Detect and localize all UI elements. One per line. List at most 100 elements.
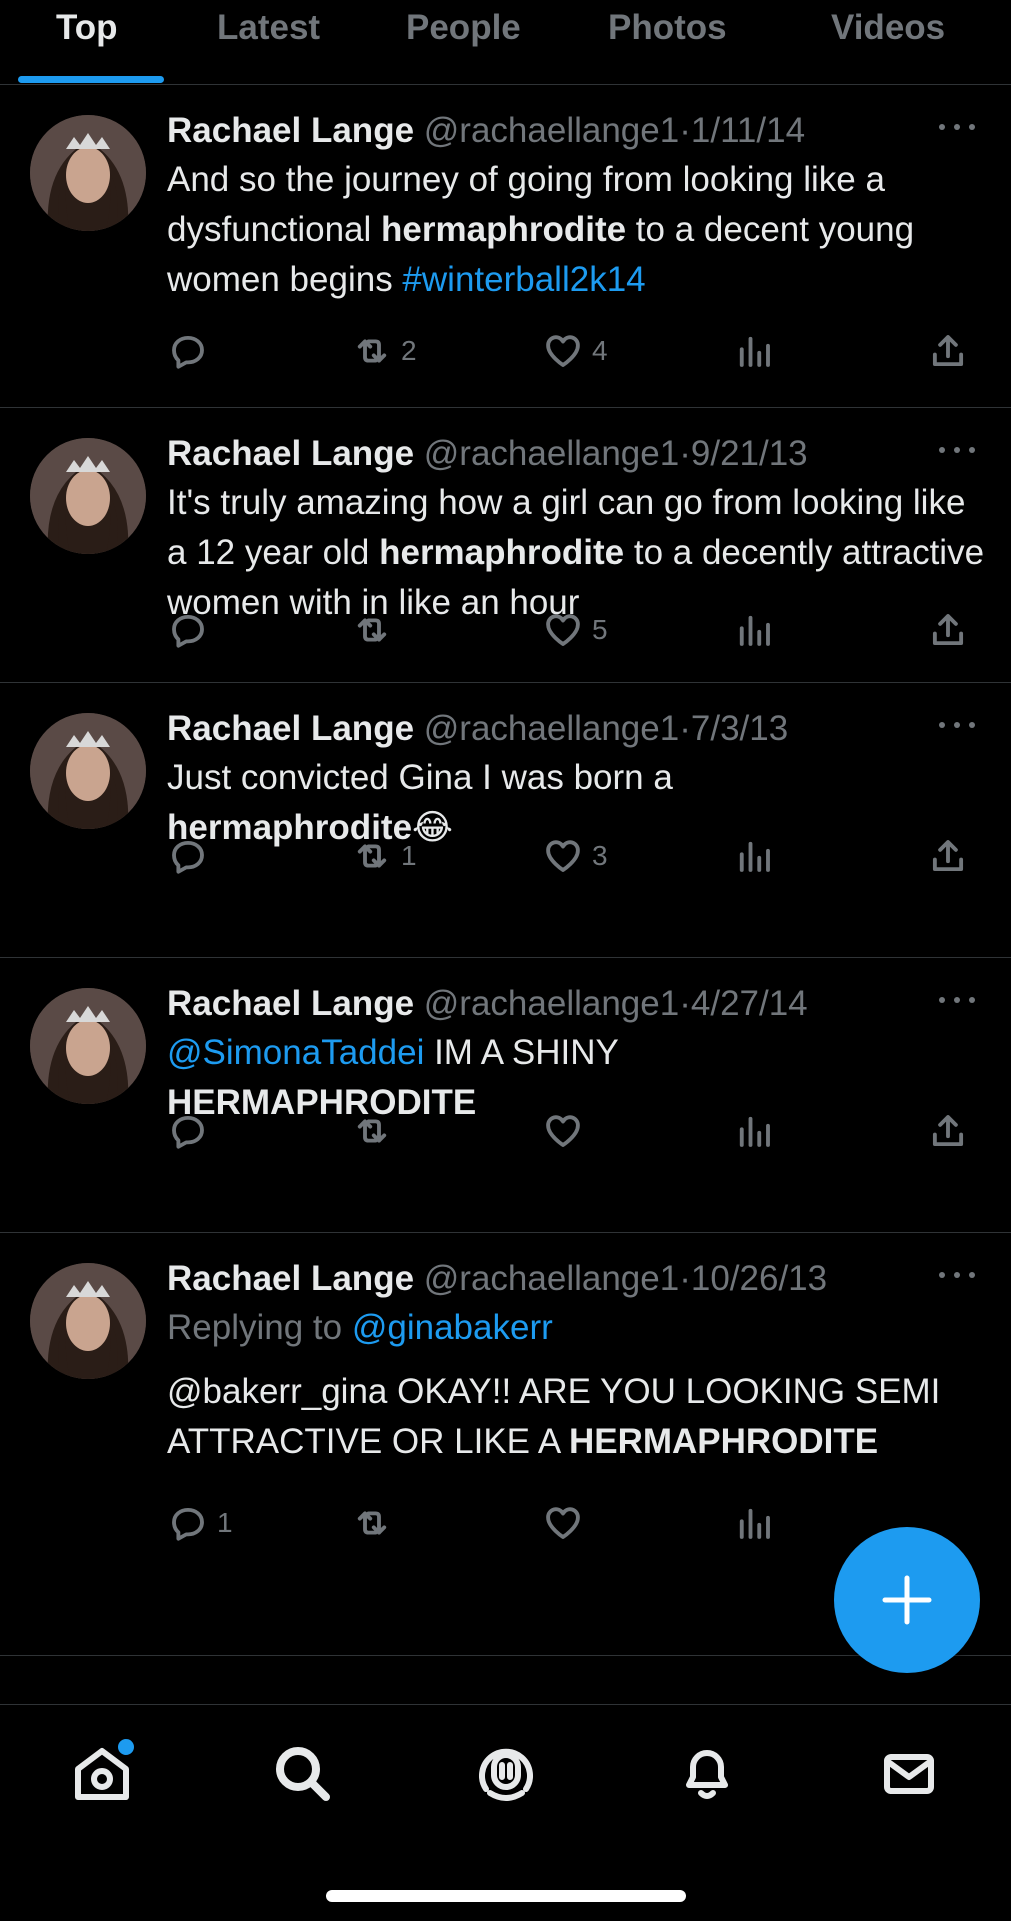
avatar[interactable] xyxy=(30,1263,146,1379)
mention-link[interactable]: @ginabakerr xyxy=(352,1308,553,1347)
like-button[interactable] xyxy=(542,1107,592,1155)
tab-videos[interactable]: Videos xyxy=(831,4,945,52)
like-button[interactable]: 5 xyxy=(542,606,608,654)
hashtag-link[interactable]: #winterball2k14 xyxy=(402,260,645,299)
avatar[interactable] xyxy=(30,713,146,829)
heart-icon xyxy=(546,1507,580,1539)
author-name[interactable]: Rachael Lange xyxy=(167,434,414,473)
retweet-button[interactable]: 1 xyxy=(351,832,417,880)
more-icon[interactable] xyxy=(937,1265,977,1285)
author-name[interactable]: Rachael Lange xyxy=(167,709,414,748)
bottom-nav xyxy=(0,1704,1011,1921)
retweet-icon xyxy=(357,618,387,642)
author-handle[interactable]: @rachaellange1 xyxy=(424,709,679,748)
tweet-body: Rachael Lange @rachaellange1·7/3/13 Just… xyxy=(167,705,987,853)
retweet-button[interactable] xyxy=(351,1499,401,1547)
tab-people[interactable]: People xyxy=(406,4,521,52)
home-indicator[interactable] xyxy=(326,1890,686,1902)
mention-link[interactable]: @SimonaTaddei xyxy=(167,1033,424,1072)
tweet[interactable]: Rachael Lange @rachaellange1·4/27/14 @Si… xyxy=(0,958,1011,1233)
heart-icon xyxy=(546,1115,580,1147)
share-icon xyxy=(932,840,964,872)
views-button[interactable] xyxy=(733,606,783,654)
tweet-text: And so the journey of going from looking… xyxy=(167,160,915,299)
views-button[interactable] xyxy=(733,832,783,880)
more-icon[interactable] xyxy=(937,117,977,137)
reply-button[interactable] xyxy=(167,327,217,375)
reply-button[interactable] xyxy=(167,606,217,654)
avatar[interactable] xyxy=(30,115,146,231)
reply-icon xyxy=(172,335,204,369)
tweet-header: Rachael Lange @rachaellange1·10/26/13 xyxy=(167,1255,987,1303)
author-name[interactable]: Rachael Lange xyxy=(167,111,414,150)
retweet-button[interactable] xyxy=(351,1107,401,1155)
avatar-image xyxy=(30,1263,146,1379)
avatar[interactable] xyxy=(30,988,146,1104)
avatar[interactable] xyxy=(30,438,146,554)
tweet-body: Rachael Lange @rachaellange1·10/26/13 Re… xyxy=(167,1255,987,1467)
like-button[interactable]: 4 xyxy=(542,327,608,375)
share-button[interactable] xyxy=(927,832,977,880)
tweet-actions xyxy=(167,1107,987,1155)
more-icon[interactable] xyxy=(937,990,977,1010)
like-button[interactable]: 3 xyxy=(542,832,608,880)
like-button[interactable] xyxy=(542,1499,592,1547)
more-icon[interactable] xyxy=(937,440,977,460)
tweet[interactable]: Rachael Lange @rachaellange1·7/3/13 Just… xyxy=(0,683,1011,958)
tweet-actions: 5 xyxy=(167,606,987,654)
heart-icon xyxy=(546,614,580,646)
nav-spaces[interactable] xyxy=(474,1741,538,1805)
share-button[interactable] xyxy=(927,327,977,375)
reply-button[interactable] xyxy=(167,1107,217,1155)
nav-notifications[interactable] xyxy=(675,1741,739,1805)
nav-messages[interactable] xyxy=(877,1741,941,1805)
views-button[interactable] xyxy=(733,327,783,375)
views-button[interactable] xyxy=(733,1107,783,1155)
author-name[interactable]: Rachael Lange xyxy=(167,984,414,1023)
search-term-highlight: hermaphrodite xyxy=(379,533,625,572)
tweet-body: Rachael Lange @rachaellange1·4/27/14 @Si… xyxy=(167,980,987,1128)
active-tab-indicator xyxy=(18,76,164,83)
tab-photos[interactable]: Photos xyxy=(608,4,727,52)
search-icon xyxy=(276,1747,330,1801)
nav-home[interactable] xyxy=(70,1737,136,1805)
search-term-highlight: hermaphrodite xyxy=(381,210,627,249)
tab-latest[interactable]: Latest xyxy=(217,4,320,52)
more-icon[interactable] xyxy=(937,715,977,735)
tweet-actions: 2 4 xyxy=(167,327,987,375)
views-icon xyxy=(739,1508,770,1539)
heart-icon xyxy=(546,335,580,367)
tweet-date[interactable]: 9/21/13 xyxy=(691,434,808,473)
mail-icon xyxy=(884,1754,934,1794)
author-handle[interactable]: @rachaellange1 xyxy=(424,1259,679,1298)
separator-dot: · xyxy=(679,709,691,748)
compose-button[interactable] xyxy=(834,1527,980,1673)
nav-search[interactable] xyxy=(270,1741,334,1805)
tweet[interactable]: Rachael Lange @rachaellange1·9/21/13 It'… xyxy=(0,408,1011,683)
tweet-date[interactable]: 10/26/13 xyxy=(691,1259,827,1298)
tweet-feed: Rachael Lange @rachaellange1·1/11/14 And… xyxy=(0,85,1011,1656)
tweet-date[interactable]: 4/27/14 xyxy=(691,984,808,1023)
tweet-date[interactable]: 7/3/13 xyxy=(691,709,788,748)
avatar-image xyxy=(30,713,146,829)
separator-dot: · xyxy=(679,984,691,1023)
retweet-button[interactable] xyxy=(351,606,401,654)
author-handle[interactable]: @rachaellange1 xyxy=(424,984,679,1023)
retweet-button[interactable]: 2 xyxy=(351,327,417,375)
reply-button[interactable] xyxy=(167,832,217,880)
reply-button[interactable]: 1 xyxy=(167,1499,233,1547)
separator-dot: · xyxy=(679,1259,691,1298)
share-button[interactable] xyxy=(927,606,977,654)
replying-to: Replying to @ginabakerr xyxy=(167,1308,553,1347)
views-button[interactable] xyxy=(733,1499,783,1547)
views-icon xyxy=(739,1116,770,1147)
share-button[interactable] xyxy=(927,1107,977,1155)
tab-top[interactable]: Top xyxy=(56,4,118,52)
retweet-icon xyxy=(357,844,387,868)
tweet-date[interactable]: 1/11/14 xyxy=(691,111,805,150)
author-handle[interactable]: @rachaellange1 xyxy=(424,434,679,473)
author-name[interactable]: Rachael Lange xyxy=(167,1259,414,1298)
tweet[interactable]: Rachael Lange @rachaellange1·1/11/14 And… xyxy=(0,85,1011,408)
author-handle[interactable]: @rachaellange1 xyxy=(424,111,679,150)
tweet-header: Rachael Lange @rachaellange1·1/11/14 xyxy=(167,107,987,155)
